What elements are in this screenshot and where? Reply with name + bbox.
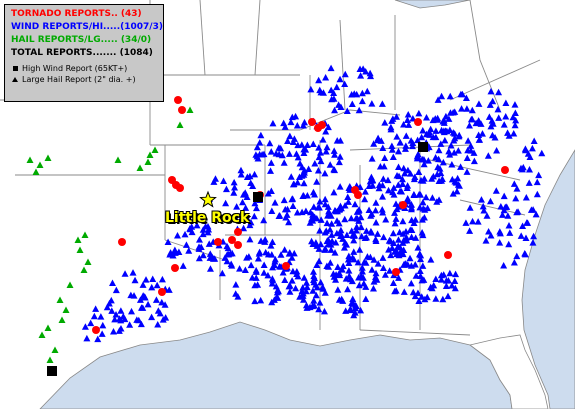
high-wind-report-marker [418, 142, 428, 152]
tornado-report-marker [392, 268, 400, 276]
high-wind-key-label: High Wind Report (65KT+) [22, 64, 128, 73]
tornado-report-marker [282, 262, 290, 270]
tornado-report-count: TORNADO REPORTS.. (43) [11, 9, 142, 19]
high-wind-key: High Wind Report (65KT+) [11, 63, 163, 74]
tornado-report-marker [171, 264, 179, 272]
tornado-report-marker [308, 118, 316, 126]
total-report-count: TOTAL REPORTS....... (1084) [11, 48, 153, 58]
storm-report-map: TORNADO REPORTS.. (43) WIND REPORTS/HI..… [0, 0, 575, 409]
high-wind-report-marker [253, 192, 263, 202]
tornado-report-marker [158, 288, 166, 296]
tornado-report-marker [118, 238, 126, 246]
tornado-report-marker [399, 201, 407, 209]
high-wind-report-marker [47, 366, 57, 376]
large-hail-key: Large Hail Report (2" dia. +) [11, 74, 163, 85]
large-hail-key-label: Large Hail Report (2" dia. +) [22, 75, 136, 84]
tornado-report-marker [414, 118, 422, 126]
tornado-report-marker [174, 96, 182, 104]
tornado-report-marker [318, 121, 326, 129]
tornado-report-marker [178, 106, 186, 114]
tornado-report-marker [234, 228, 242, 236]
hail-report-count: HAIL REPORTS/LG..... (34/0) [11, 35, 152, 45]
tornado-report-marker [444, 251, 452, 259]
report-legend: TORNADO REPORTS.. (43) WIND REPORTS/HI..… [4, 4, 164, 102]
tornado-report-marker [234, 241, 242, 249]
tornado-report-marker [354, 191, 362, 199]
square-icon [13, 66, 18, 71]
tornado-report-marker [92, 326, 100, 334]
tornado-report-marker [214, 238, 222, 246]
city-label-little-rock: Little Rock [165, 210, 250, 226]
triangle-icon [12, 77, 18, 82]
wind-report-count: WIND REPORTS/HI.....(1007/3) [11, 22, 163, 32]
tornado-report-marker [501, 166, 509, 174]
tornado-report-marker [176, 184, 184, 192]
